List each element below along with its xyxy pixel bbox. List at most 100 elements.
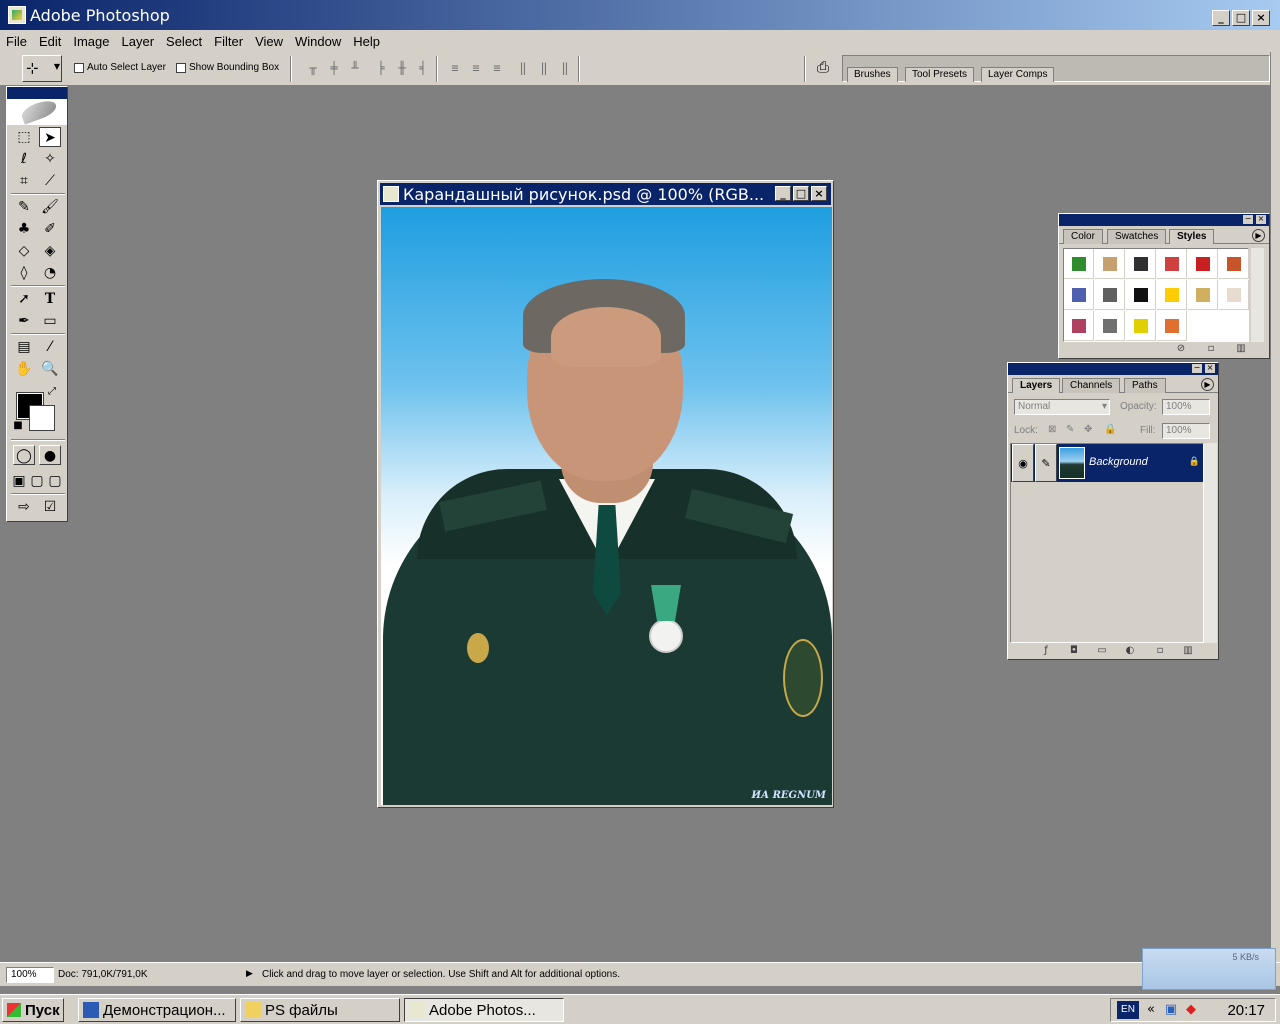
chevron-left-icon[interactable]: « (1143, 1002, 1159, 1018)
history-brush-tool-icon[interactable]: ✐ (39, 219, 61, 239)
brush-tool-icon[interactable]: 🖌 (39, 197, 61, 217)
slice-tool-icon[interactable]: ⟋ (39, 171, 61, 191)
paint-bucket-tool-icon[interactable]: ◈ (39, 241, 61, 261)
layers-menu-icon[interactable]: ▶ (1201, 378, 1214, 391)
clone-stamp-tool-icon[interactable]: ♣ (13, 219, 35, 239)
eraser-tool-icon[interactable]: ◇ (13, 241, 35, 261)
full-screen-menu-icon[interactable]: ▢ (29, 471, 45, 491)
minimize-button[interactable]: _ (1212, 10, 1230, 26)
jump-to-imageready-icon[interactable]: ⇨ (13, 497, 35, 517)
layers-scrollbar[interactable] (1204, 443, 1217, 643)
full-screen-icon[interactable]: ▢ (47, 471, 63, 491)
lock-image-icon[interactable]: ✎ (1066, 424, 1074, 435)
task-adobe-photoshop[interactable]: Adobe Photos... (404, 998, 564, 1022)
swap-colors-icon[interactable]: ⤢ (45, 385, 59, 399)
default-colors-icon[interactable]: ■ (11, 419, 25, 433)
new-layer-icon[interactable]: ▫ (1154, 645, 1166, 657)
type-tool-icon[interactable]: T (39, 289, 61, 309)
clear-style-icon[interactable]: ⊘ (1175, 343, 1187, 355)
healing-brush-tool-icon[interactable]: ✎ (13, 197, 35, 217)
magic-wand-tool-icon[interactable]: ✧ (39, 149, 61, 169)
lock-position-icon[interactable]: ✥ (1084, 424, 1092, 435)
distribute-left-icon[interactable]: ‖ (514, 59, 532, 77)
marquee-tool-icon[interactable]: ⬚ (13, 127, 35, 147)
tab-styles[interactable]: Styles (1169, 229, 1215, 244)
tab-swatches[interactable]: Swatches (1107, 229, 1167, 244)
task-ps-files[interactable]: PS файлы (240, 998, 400, 1022)
network-icon[interactable]: ▣ (1163, 1002, 1179, 1018)
distribute-vcenter-icon[interactable]: ≡ (467, 59, 485, 77)
style-swatch[interactable] (1157, 280, 1187, 310)
feather-logo-icon[interactable] (7, 99, 67, 125)
palette-close-button[interactable]: × (1256, 215, 1266, 224)
auto-select-layer-checkbox[interactable] (74, 62, 84, 73)
lasso-tool-icon[interactable]: ℓ (13, 149, 35, 169)
style-swatch[interactable] (1126, 311, 1156, 341)
align-vcenter-icon[interactable]: ╪ (325, 59, 343, 77)
palette-menu-icon[interactable]: ▶ (1252, 229, 1265, 242)
align-left-icon[interactable]: ╞ (372, 59, 390, 77)
layer-row[interactable]: ◉ ✎ Background 🔒 (1011, 444, 1203, 482)
layers-close-button[interactable]: × (1205, 364, 1215, 373)
style-swatch[interactable] (1064, 311, 1094, 341)
image-canvas[interactable]: ИА REGNUM (381, 207, 832, 805)
show-bounding-box-option[interactable]: Show Bounding Box (176, 62, 279, 73)
style-swatch[interactable] (1095, 280, 1125, 310)
style-swatch[interactable] (1188, 280, 1218, 310)
notes-tool-icon[interactable]: ▤ (13, 337, 35, 357)
style-swatch[interactable] (1188, 249, 1218, 279)
quick-mask-mode-icon[interactable]: ● (39, 445, 61, 465)
document-title-bar[interactable]: Карандашный рисунок.psd @ 100% (RGB... _… (380, 183, 831, 205)
eyedropper-tool-icon[interactable]: ⁄ (39, 337, 61, 357)
tab-color[interactable]: Color (1063, 229, 1103, 244)
styles-scrollbar[interactable] (1251, 248, 1264, 342)
blur-tool-icon[interactable]: ◊ (13, 263, 35, 283)
show-bounding-box-checkbox[interactable] (176, 62, 186, 73)
style-swatch[interactable] (1157, 249, 1187, 279)
pen-tool-icon[interactable]: ✒ (13, 311, 35, 331)
style-swatch[interactable] (1095, 249, 1125, 279)
styles-palette-header[interactable]: − × (1059, 214, 1269, 226)
lock-all-icon[interactable]: 🔒 (1104, 424, 1116, 435)
printer-icon[interactable]: ⎙ (812, 58, 834, 78)
language-indicator[interactable]: EN (1117, 1001, 1139, 1019)
path-selection-tool-icon[interactable]: ➚ (13, 289, 35, 309)
dodge-tool-icon[interactable]: ◔ (39, 263, 61, 283)
layers-minimize-button[interactable]: − (1192, 364, 1202, 373)
add-layer-style-icon[interactable]: ƒ (1040, 645, 1052, 657)
tab-brushes[interactable]: Brushes (847, 67, 898, 82)
align-hcenter-icon[interactable]: ╫ (393, 59, 411, 77)
auto-select-layer-option[interactable]: Auto Select Layer (74, 62, 166, 73)
menu-layer[interactable]: Layer (116, 34, 161, 49)
menu-filter[interactable]: Filter (208, 34, 249, 49)
brush-icon[interactable]: ✎ (1035, 444, 1057, 482)
menu-help[interactable]: Help (347, 34, 386, 49)
new-style-icon[interactable]: ▫ (1205, 343, 1217, 355)
distribute-top-icon[interactable]: ≡ (446, 59, 464, 77)
style-swatch[interactable] (1064, 280, 1094, 310)
tab-channels[interactable]: Channels (1062, 378, 1121, 393)
style-swatch[interactable] (1219, 249, 1249, 279)
add-mask-icon[interactable]: ◘ (1068, 645, 1080, 657)
new-group-icon[interactable]: ▭ (1096, 645, 1108, 657)
style-swatch[interactable] (1126, 280, 1156, 310)
imageready-icon[interactable]: ☑ (39, 497, 61, 517)
style-swatch[interactable] (1219, 280, 1249, 310)
start-button[interactable]: Пуск (2, 998, 64, 1022)
tab-layer-comps[interactable]: Layer Comps (981, 67, 1055, 82)
distribute-bottom-icon[interactable]: ≡ (488, 59, 506, 77)
menu-image[interactable]: Image (67, 34, 115, 49)
app-title-bar[interactable]: Adobe Photoshop _ □ × (0, 0, 1280, 30)
delete-layer-icon[interactable]: ▥ (1182, 645, 1194, 657)
style-swatch[interactable] (1126, 249, 1156, 279)
tab-paths[interactable]: Paths (1124, 378, 1166, 393)
toolbox-header[interactable] (7, 87, 67, 99)
style-swatch[interactable] (1157, 311, 1187, 341)
crop-tool-icon[interactable]: ⌗ (13, 171, 35, 191)
distribute-right-icon[interactable]: ‖ (556, 59, 574, 77)
opacity-field[interactable]: 100% (1162, 399, 1210, 415)
fill-field[interactable]: 100% (1162, 423, 1210, 439)
zoom-tool-icon[interactable]: 🔍 (39, 359, 61, 379)
adjustment-layer-icon[interactable]: ◐ (1124, 645, 1136, 657)
distribute-hcenter-icon[interactable]: ‖ (535, 59, 553, 77)
